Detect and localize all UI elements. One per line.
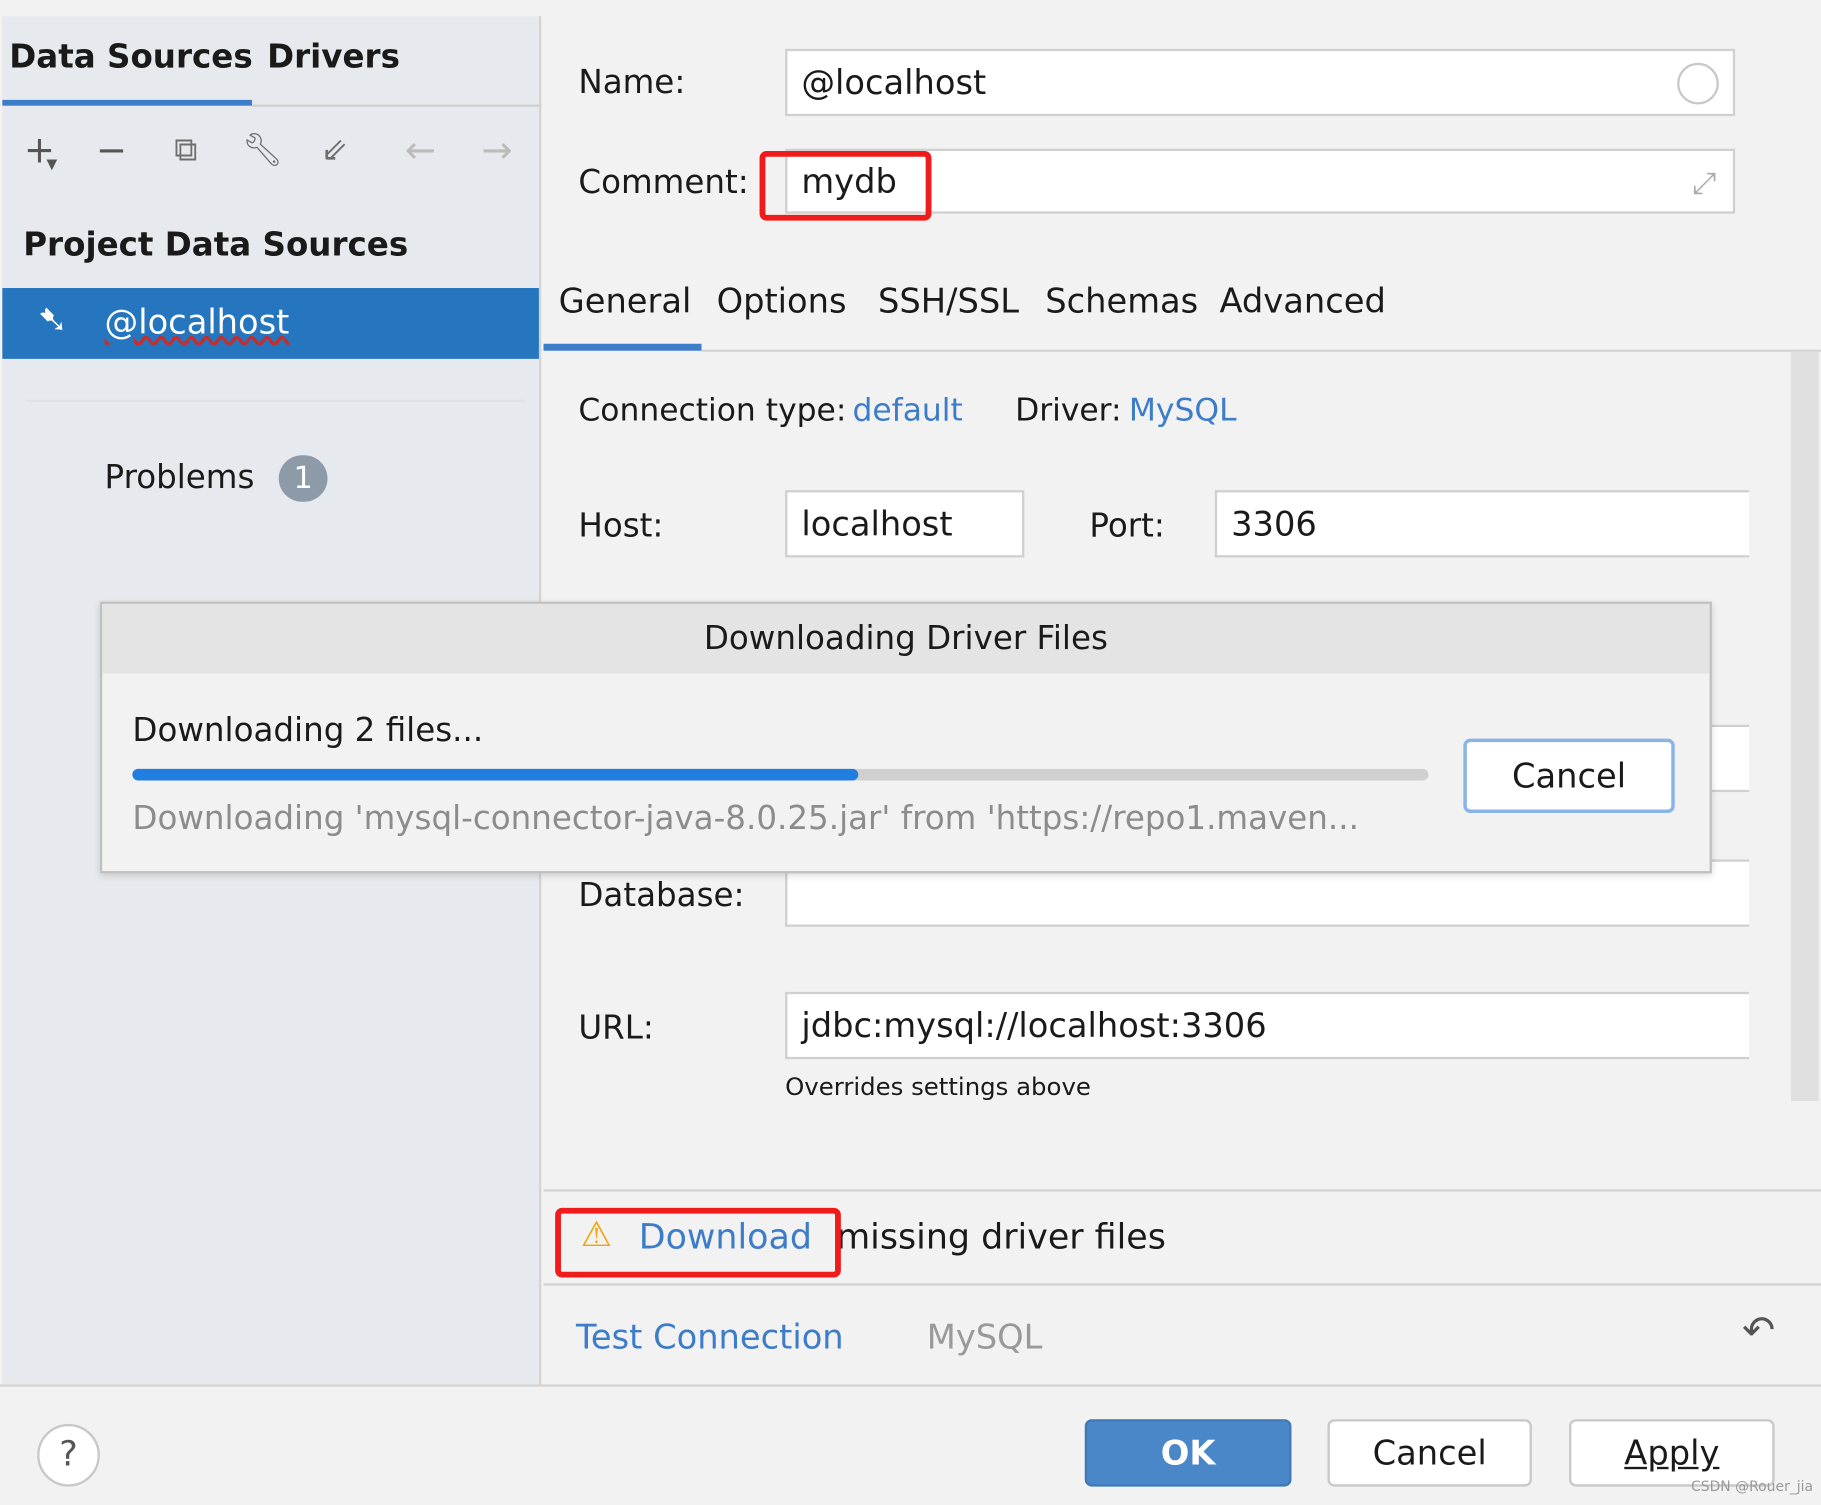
apply-button[interactable]: Apply [1569,1419,1775,1487]
progress-bar [132,768,1429,781]
url-label: URL: [578,1008,654,1047]
forward-arrow-icon[interactable]: → [474,127,520,173]
dialog-title: Downloading Driver Files [102,603,1710,674]
divider [252,104,542,107]
download-detail: Downloading 'mysql-connector-java-8.0.25… [132,799,1359,838]
driver-label: Driver: [1015,392,1122,429]
port-input[interactable]: 3306 [1214,490,1750,558]
highlight-box [555,1207,841,1278]
import-icon[interactable]: ⇙ [311,127,357,173]
highlight-box [759,150,932,221]
host-label: Host: [578,506,664,545]
database-label: Database: [578,875,745,915]
divider [0,1384,1821,1387]
plus-icon[interactable]: + ▼ [16,127,62,173]
download-message: missing driver files [836,1217,1166,1258]
minus-icon[interactable]: − [88,127,134,173]
problems-label[interactable]: Problems [105,458,255,496]
comment-label: Comment: [578,162,749,201]
ok-button[interactable]: OK [1084,1419,1292,1487]
connection-type-link[interactable]: default [852,393,962,429]
tab-ssh-ssl[interactable]: SSH/SSL [878,281,1019,320]
name-input[interactable]: @localhost [785,48,1736,117]
help-icon[interactable]: ? [37,1423,100,1487]
list-item-label: @localhost [104,301,290,342]
color-picker-icon[interactable] [1677,62,1719,105]
mysql-dolphin-icon: ➷ [37,297,69,342]
problems-count-badge: 1 [278,455,328,502]
tab-drivers[interactable]: Drivers [267,37,400,75]
section-title: Project Data Sources [23,225,409,264]
watermark: CSDN @Rouer_jia [1690,1478,1814,1495]
download-progress-dialog: Downloading Driver Files Downloading 2 f… [99,601,1712,874]
name-label: Name: [578,62,686,102]
driver-name: MySQL [926,1317,1043,1357]
tab-general[interactable]: General [559,281,692,320]
download-status: Downloading 2 files... [132,710,484,750]
connection-type-label: Connection type: [578,392,847,429]
url-input[interactable]: jdbc:mysql://localhost:3306 [785,991,1750,1060]
revert-icon[interactable]: ↶ [1742,1308,1775,1354]
port-label: Port: [1089,506,1165,545]
active-tab-indicator [2,99,253,106]
active-tab-indicator [543,343,702,351]
name-value: @localhost [801,62,987,103]
progress-fill [132,768,859,781]
tab-options[interactable]: Options [717,281,847,320]
tab-data-sources[interactable]: Data Sources [9,37,252,75]
divider [25,399,525,402]
back-arrow-icon[interactable]: ← [397,127,443,173]
data-sources-dialog: Data Sources Drivers + ▼ − ⧉ 🔧︎ ⇙ ← → Pro… [0,0,1821,1505]
divider [701,349,1821,352]
tab-schemas[interactable]: Schemas [1045,281,1198,320]
url-hint: Overrides settings above [785,1073,1091,1102]
divider [543,1283,1821,1286]
copy-icon[interactable]: ⧉ [163,127,209,173]
host-input[interactable]: localhost [785,490,1025,558]
expand-icon[interactable]: ⤢ [1692,153,1716,213]
driver-link[interactable]: MySQL [1129,393,1237,429]
dialog-cancel-button[interactable]: Cancel [1463,738,1675,813]
list-item[interactable]: ➷ @localhost [2,288,539,359]
cancel-button[interactable]: Cancel [1327,1419,1532,1487]
divider [543,1189,1821,1192]
tab-advanced[interactable]: Advanced [1219,281,1385,320]
test-connection-link[interactable]: Test Connection [576,1317,844,1356]
wrench-icon[interactable]: 🔧︎ [239,127,285,173]
scrollbar[interactable] [1790,351,1819,1102]
